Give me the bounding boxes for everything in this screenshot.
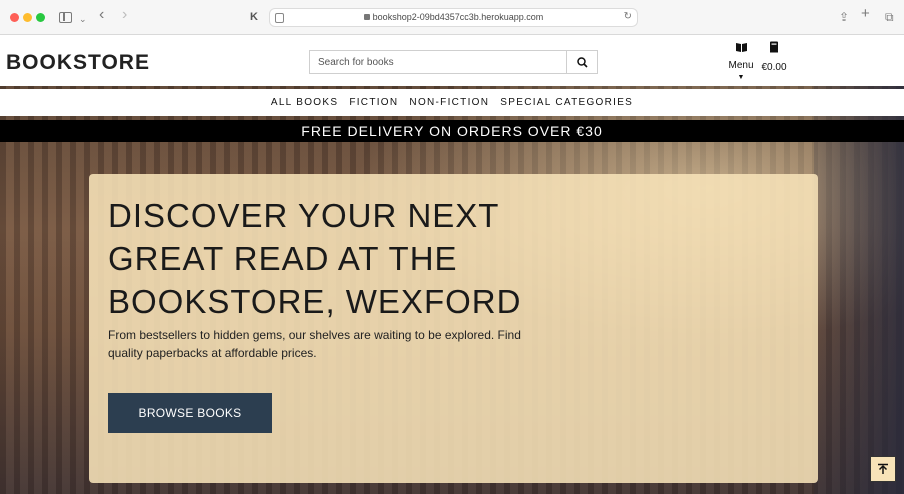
tab-overview-icon[interactable]: ⧉ [885, 9, 894, 25]
share-icon[interactable]: ⇪ [839, 9, 849, 25]
search-icon [576, 56, 588, 68]
sidebar-toggle-icon[interactable] [59, 12, 72, 23]
delivery-banner: FREE DELIVERY ON ORDERS OVER €30 [0, 120, 904, 142]
site-logo[interactable]: BOOKSTORE [6, 51, 150, 75]
minimize-window-button[interactable] [23, 13, 32, 22]
search-form [309, 50, 598, 74]
nav-special-categories[interactable]: SPECIAL CATEGORIES [500, 97, 633, 108]
basket-total: €0.00 [761, 62, 787, 73]
caret-down-icon: ▼ [737, 74, 745, 81]
browser-toolbar: ⌄ ‹ › K bookshop2-09bd4357cc3b.herokuapp… [0, 0, 904, 35]
back-to-top-button[interactable] [870, 456, 896, 482]
arrow-up-icon [878, 463, 888, 474]
forward-icon[interactable]: › [122, 7, 127, 23]
close-window-button[interactable] [10, 13, 19, 22]
search-input[interactable] [310, 51, 568, 73]
book-icon [770, 41, 778, 53]
hero-card: DISCOVER YOUR NEXT GREAT READ AT THE BOO… [89, 174, 818, 483]
reload-icon[interactable]: ↻ [624, 11, 632, 22]
new-tab-icon[interactable]: + [861, 6, 870, 22]
nav-all-books[interactable]: ALL BOOKS [271, 97, 338, 108]
menu-button[interactable]: Menu ▼ [727, 40, 755, 81]
search-button[interactable] [566, 51, 597, 73]
browse-books-button[interactable]: BROWSE BOOKS [108, 393, 272, 433]
back-icon[interactable]: ‹ [99, 7, 104, 23]
book-open-icon [735, 43, 747, 52]
basket-button[interactable]: €0.00 [757, 40, 791, 73]
maximize-window-button[interactable] [36, 13, 45, 22]
url-text: bookshop2-09bd4357cc3b.herokuapp.com [372, 12, 544, 22]
hero-subtitle: From bestsellers to hidden gems, our she… [108, 328, 521, 360]
address-bar[interactable]: bookshop2-09bd4357cc3b.herokuapp.com ↻ [269, 8, 638, 27]
nav-non-fiction[interactable]: NON-FICTION [409, 97, 489, 108]
site-header: BOOKSTORE Menu ▼ €0.00 [0, 35, 904, 86]
menu-label: Menu [728, 60, 754, 71]
hero-title: DISCOVER YOUR NEXT GREAT READ AT THE BOO… [108, 197, 522, 320]
extension-icon[interactable]: K [250, 9, 258, 25]
main-nav: ALL BOOKS FICTION NON-FICTION SPECIAL CA… [0, 89, 904, 116]
chevron-down-icon[interactable]: ⌄ [79, 11, 87, 27]
nav-fiction[interactable]: FICTION [349, 97, 398, 108]
lock-icon [363, 14, 370, 20]
